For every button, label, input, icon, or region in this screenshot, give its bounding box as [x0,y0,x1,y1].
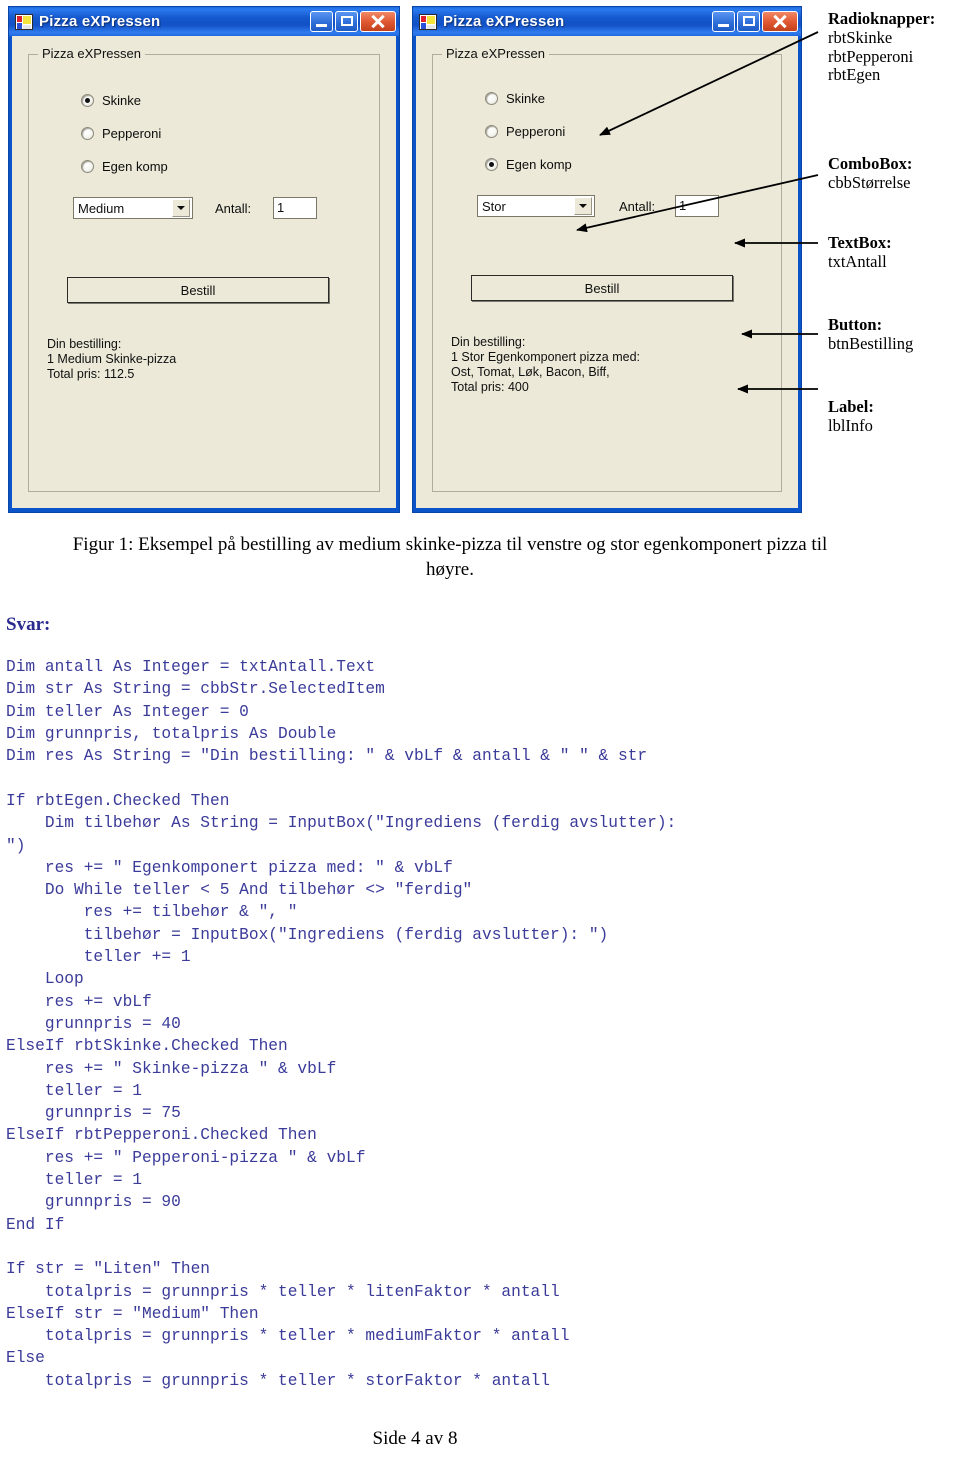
title-bar-right[interactable]: Pizza eXPressen [413,7,801,36]
close-button[interactable] [360,11,396,32]
callout-heading: TextBox: [828,233,892,252]
callout-heading: Label: [828,397,874,416]
radio-skinke-right[interactable]: Skinke [485,91,545,106]
groupbox-right: Pizza eXPressen Skinke Pepperoni Egen ko… [432,46,782,492]
minimize-button[interactable] [712,11,735,32]
callout-item: btnBestilling [828,333,914,353]
callout-button: Button: btnBestilling [828,315,914,354]
callout-heading: ComboBox: [828,154,913,173]
radio-pepperoni-left[interactable]: Pepperoni [81,126,161,141]
radio-label: Pepperoni [506,124,566,139]
figure-caption: Figur 1: Eksempel på bestilling av mediu… [72,534,828,581]
figure-1: Pizza eXPressen Pizza eXPressen Skinke P… [0,0,960,520]
maximize-button[interactable] [737,11,760,32]
radio-indicator-icon [81,160,94,173]
textbox-antall-left[interactable]: 1 [273,197,317,219]
antall-label-left: Antall: [215,201,252,216]
combobox-storrelse-right[interactable]: Stor [477,195,595,217]
groupbox-title: Pizza eXPressen [38,46,145,61]
callout-combobox: ComboBox: cbbStørrelse [828,154,913,193]
application-icon [419,13,437,30]
radio-indicator-icon [485,125,498,138]
radio-egen-right[interactable]: Egen komp [485,157,572,172]
minimize-button[interactable] [310,11,333,32]
callout-item: lblInfo [828,415,873,435]
radio-label: Skinke [102,93,142,108]
combobox-value: Stor [482,198,506,214]
radio-label: Pepperoni [102,126,162,141]
button-bestill-right[interactable]: Bestill [471,275,733,301]
radio-egen-left[interactable]: Egen komp [81,159,168,174]
callout-textbox: TextBox: txtAntall [828,233,892,272]
radio-label: Egen komp [506,157,572,172]
radio-indicator-icon [485,158,498,171]
form-body-right: Pizza eXPressen Skinke Pepperoni Egen ko… [416,36,798,508]
callout-heading: Radioknapper: [828,9,936,28]
window-controls [712,11,798,32]
chevron-down-icon[interactable] [574,197,592,215]
title-bar-left[interactable]: Pizza eXPressen [9,7,399,36]
maximize-button[interactable] [335,11,358,32]
button-bestill-left[interactable]: Bestill [67,277,329,303]
radio-label: Skinke [506,91,546,106]
groupbox-title: Pizza eXPressen [442,46,549,61]
radio-label: Egen komp [102,159,168,174]
window-title: Pizza eXPressen [443,13,565,30]
radio-skinke-left[interactable]: Skinke [81,93,141,108]
window-title: Pizza eXPressen [39,13,161,30]
callout-heading: Button: [828,315,883,334]
chevron-down-icon[interactable] [172,199,190,217]
antall-label-right: Antall: [619,199,656,214]
label-info-right: Din bestilling: 1 Stor Egenkomponert piz… [451,335,640,394]
callout-item: rbtSkinke [828,27,893,47]
radio-indicator-icon [81,127,94,140]
answer-heading: Svar: [6,614,51,635]
callout-radioknapper: Radioknapper: rbtSkinke rbtPepperoni rbt… [828,9,936,85]
textbox-antall-right[interactable]: 1 [675,195,719,217]
code-block: Dim antall As Integer = txtAntall.Text D… [6,658,677,1390]
label-info-left: Din bestilling: 1 Medium Skinke-pizza To… [47,337,177,381]
window-left[interactable]: Pizza eXPressen Pizza eXPressen Skinke P… [8,6,400,513]
radio-indicator-icon [485,92,498,105]
radio-pepperoni-right[interactable]: Pepperoni [485,124,565,139]
callout-item: cbbStørrelse [828,172,911,192]
page-footer: Side 4 av 8 [372,1428,458,1449]
radio-indicator-icon [81,94,94,107]
close-button[interactable] [762,11,798,32]
combobox-storrelse-left[interactable]: Medium [73,197,193,219]
application-icon [15,13,33,30]
callout-label: Label: lblInfo [828,397,874,436]
callout-item: txtAntall [828,251,887,271]
window-right[interactable]: Pizza eXPressen Pizza eXPressen Skinke P… [412,6,802,513]
callout-item: rbtEgen [828,65,881,85]
form-body-left: Pizza eXPressen Skinke Pepperoni Egen ko… [12,36,396,508]
groupbox-left: Pizza eXPressen Skinke Pepperoni Egen ko… [28,46,380,492]
window-controls [310,11,396,32]
callout-item: rbtPepperoni [828,46,914,66]
combobox-value: Medium [78,200,125,216]
